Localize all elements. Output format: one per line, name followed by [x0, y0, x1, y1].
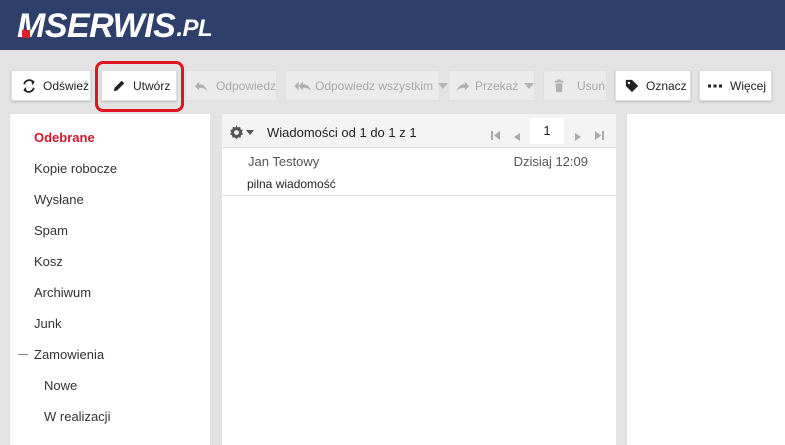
logo-name: SERWIS — [44, 7, 176, 45]
first-page-icon[interactable] — [491, 127, 500, 140]
reply-all-label: Odpowiedz wszystkim — [315, 78, 434, 93]
logo-m: M — [17, 7, 45, 45]
forward-button[interactable]: Przekaż — [448, 70, 535, 101]
refresh-label: Odśwież — [43, 78, 90, 93]
forward-icon — [456, 78, 470, 94]
folder-inbox[interactable]: Odebrane — [10, 122, 210, 153]
trash-icon — [551, 78, 567, 94]
reply-all-icon — [293, 78, 313, 94]
preview-pane — [627, 114, 785, 445]
folder-sidebar: Odebrane Kopie robocze Wysłane Spam Kosz… — [10, 114, 210, 445]
page-number-field[interactable]: 1 — [530, 118, 564, 144]
refresh-button[interactable]: Odśwież — [11, 70, 91, 101]
folder-w-realizacji[interactable]: W realizacji — [10, 401, 210, 432]
folder-junk[interactable]: Junk — [10, 308, 210, 339]
folder-label: Wysłane — [34, 192, 84, 207]
mark-button[interactable]: Oznacz — [615, 70, 691, 101]
folder-zamowienia[interactable]: Zamowienia — [10, 339, 210, 370]
folder-sent[interactable]: Wysłane — [10, 184, 210, 215]
compose-highlight — [95, 61, 184, 112]
tag-icon — [624, 78, 640, 94]
message-sender: Jan Testowy — [248, 154, 320, 169]
more-icon — [708, 78, 722, 94]
reply-label: Odpowiedz — [215, 78, 276, 93]
folder-label: W realizacji — [44, 409, 111, 424]
list-options-gear-icon[interactable] — [229, 124, 255, 140]
logo-tld: .PL — [176, 15, 213, 42]
forward-label: Przekaż — [475, 78, 519, 93]
logo-dot — [22, 30, 30, 38]
forward-dropdown-icon[interactable] — [524, 82, 535, 89]
folder-label: Odebrane — [34, 130, 95, 145]
folder-archive[interactable]: Archiwum — [10, 277, 210, 308]
more-button[interactable]: Więcej — [699, 70, 772, 101]
collapse-toggle-icon[interactable] — [18, 354, 28, 355]
message-row[interactable]: Jan Testowy Dzisiaj 12:09 pilna wiadomoś… — [222, 149, 616, 196]
folder-nowe[interactable]: Nowe — [10, 370, 210, 401]
message-count-text: Wiadomości od 1 do 1 z 1 — [267, 125, 417, 140]
folder-trash[interactable]: Kosz — [10, 246, 210, 277]
reply-all-button[interactable]: Odpowiedz wszystkim — [285, 70, 449, 101]
message-subject: pilna wiadomość — [247, 177, 336, 191]
last-page-icon[interactable] — [595, 127, 604, 140]
message-list-header: Wiadomości od 1 do 1 z 1 1 — [222, 114, 616, 148]
message-date: Dzisiaj 12:09 — [513, 154, 588, 169]
logo[interactable]: M SERWIS .PL — [17, 7, 213, 45]
folder-drafts[interactable]: Kopie robocze — [10, 153, 210, 184]
folder-spam[interactable]: Spam — [10, 215, 210, 246]
reply-icon — [194, 78, 209, 94]
previous-page-icon[interactable] — [513, 128, 520, 141]
folder-label: Archiwum — [34, 285, 92, 300]
delete-button[interactable]: Usuń — [543, 70, 607, 101]
folder-label: Junk — [34, 316, 62, 331]
folder-label: Nowe — [44, 378, 78, 393]
delete-label: Usuń — [577, 78, 606, 93]
folder-label: Zamowienia — [34, 347, 105, 362]
folder-label: Kopie robocze — [34, 161, 118, 176]
refresh-icon — [21, 78, 37, 94]
app-header: M SERWIS .PL — [0, 0, 785, 50]
reply-all-dropdown-icon[interactable] — [438, 82, 449, 89]
more-label: Więcej — [730, 78, 767, 93]
folder-label: Spam — [34, 223, 68, 238]
next-page-icon[interactable] — [575, 128, 582, 141]
reply-button[interactable]: Odpowiedz — [185, 70, 277, 101]
mark-label: Oznacz — [646, 78, 687, 93]
message-list: Wiadomości od 1 do 1 z 1 1 Jan Testowy D… — [222, 114, 616, 445]
folder-label: Kosz — [34, 254, 63, 269]
